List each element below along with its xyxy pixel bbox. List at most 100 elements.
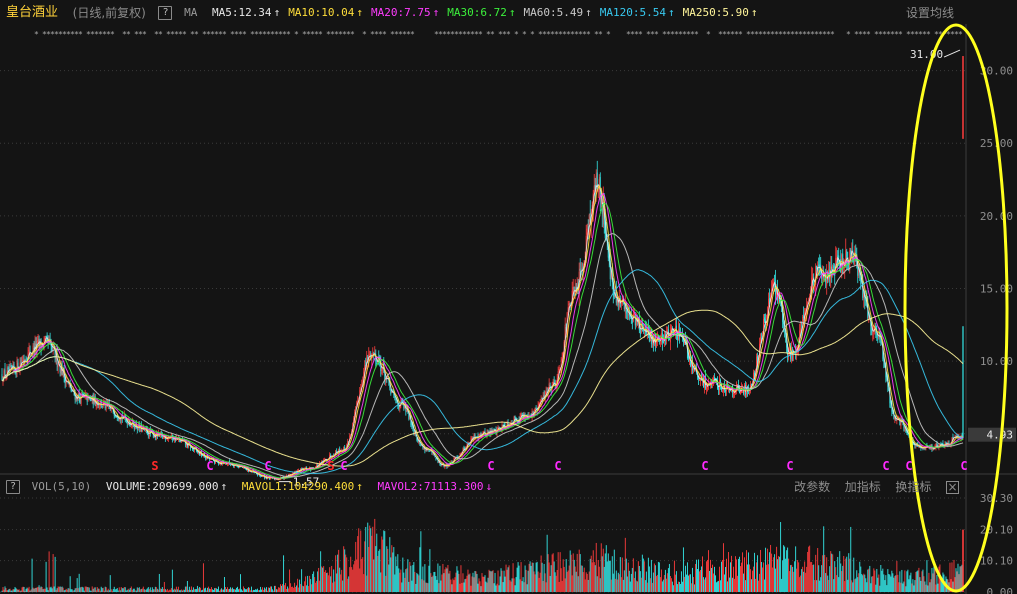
volume-bar — [162, 588, 164, 592]
volume-bar — [374, 518, 376, 592]
switch-indicator-button[interactable]: 换指标 — [895, 477, 931, 497]
volume-bar — [488, 569, 490, 592]
volume-bar — [383, 530, 385, 592]
volume-bar — [937, 583, 939, 592]
volume-bar — [328, 575, 330, 592]
set-ma-button[interactable]: 设置均线 — [906, 3, 954, 23]
volume-bar — [708, 550, 709, 592]
volume-legend-bar: ? VOL(5,10) VOLUME:209699.000 ↑ MAVOL1:10… — [0, 477, 1017, 497]
volume-bar — [933, 566, 935, 592]
candle-body — [98, 405, 100, 407]
volume-bar — [793, 571, 795, 592]
volume-bar — [664, 569, 666, 592]
volume-bar — [880, 564, 882, 592]
volume-bar — [660, 569, 662, 592]
volume-bar — [472, 572, 474, 592]
volume-bar — [503, 570, 505, 592]
volume-bar — [125, 590, 127, 592]
volume-help-icon[interactable]: ? — [6, 480, 20, 494]
volume-bar — [76, 578, 78, 592]
volume-bar — [611, 556, 613, 592]
volume-bar — [97, 588, 99, 592]
volume-bar — [486, 582, 488, 592]
volume-bar — [838, 577, 840, 592]
event-marker: C — [340, 459, 347, 473]
volume-tick-label: 10.10 — [980, 555, 1013, 568]
volume-bar — [618, 574, 620, 592]
volume-bar — [202, 563, 204, 592]
up-arrow-icon: ↑ — [432, 6, 440, 19]
ma-legend-item: MA5:12.34 ↑ — [212, 3, 280, 23]
stock-name: 皇台酒业 — [6, 5, 59, 20]
volume-bar — [361, 558, 363, 592]
volume-bar — [919, 577, 921, 592]
volume-bar — [387, 548, 389, 592]
help-icon[interactable]: ? — [158, 6, 173, 20]
volume-bar — [167, 590, 169, 592]
volume-bar — [343, 546, 345, 592]
volume-bar — [466, 575, 468, 592]
volume-bar — [645, 571, 647, 592]
volume-bar — [951, 562, 953, 592]
volume-bar — [111, 590, 113, 592]
volume-bar — [270, 586, 272, 592]
candle-body — [552, 381, 554, 384]
volume-bar — [571, 575, 573, 592]
volume-bar — [13, 589, 15, 592]
volume-bar — [658, 562, 660, 592]
volume-bar — [792, 566, 794, 592]
volume-bar — [491, 571, 493, 592]
volume-bar — [646, 582, 648, 592]
volume-bar — [529, 561, 531, 592]
volume-bar — [501, 570, 503, 592]
candlestick-chart[interactable]: * * * * * * * * * * * * * * * * * * * * * * * * * * * * * * * * * * * * * * * *… — [0, 0, 1017, 594]
volume-bar — [639, 571, 641, 592]
volume-bar — [857, 577, 859, 592]
candle-body — [514, 415, 516, 419]
info-marker: * — [194, 30, 199, 39]
volume-bar — [434, 571, 436, 592]
volume-bar — [535, 562, 537, 592]
volume-bar — [757, 555, 759, 592]
volume-bar — [386, 546, 388, 592]
volume-bar — [533, 571, 535, 592]
candle-body — [133, 425, 135, 429]
volume-bar — [751, 579, 753, 592]
volume-bar — [769, 552, 771, 592]
volume-bar — [450, 579, 452, 592]
volume-bar — [605, 545, 607, 592]
volume-bar — [471, 576, 473, 592]
volume-bar — [662, 579, 664, 592]
volume-bar — [182, 589, 184, 592]
add-indicator-button[interactable]: 加指标 — [845, 477, 881, 497]
volume-bar — [871, 576, 873, 592]
volume-bar — [576, 553, 578, 592]
volume-bar — [155, 587, 157, 592]
volume-bar — [563, 566, 565, 592]
volume-bar — [320, 551, 322, 592]
volume-bar — [489, 570, 491, 592]
volume-bar — [509, 580, 511, 592]
volume-bar — [360, 530, 362, 592]
candle-body — [558, 369, 560, 370]
volume-bar — [250, 590, 251, 592]
volume-bar — [888, 574, 890, 592]
volume-bar — [796, 568, 798, 592]
volume-bar — [738, 558, 739, 592]
volume-bar — [75, 587, 77, 592]
volume-bar — [894, 575, 896, 592]
volume-bar — [201, 589, 203, 592]
volume-bar — [218, 586, 219, 592]
volume-bar — [264, 587, 265, 592]
volume-bar — [666, 573, 668, 592]
close-icon[interactable]: × — [946, 480, 959, 494]
change-params-button[interactable]: 改参数 — [794, 477, 830, 497]
volume-bar — [81, 586, 83, 592]
volume-bar — [545, 582, 547, 592]
volume-bar — [57, 586, 59, 592]
volume-bar — [819, 580, 821, 592]
volume-bar — [817, 548, 819, 592]
volume-bar — [331, 565, 333, 592]
volume-bar — [114, 589, 116, 592]
volume-bar — [449, 570, 451, 592]
